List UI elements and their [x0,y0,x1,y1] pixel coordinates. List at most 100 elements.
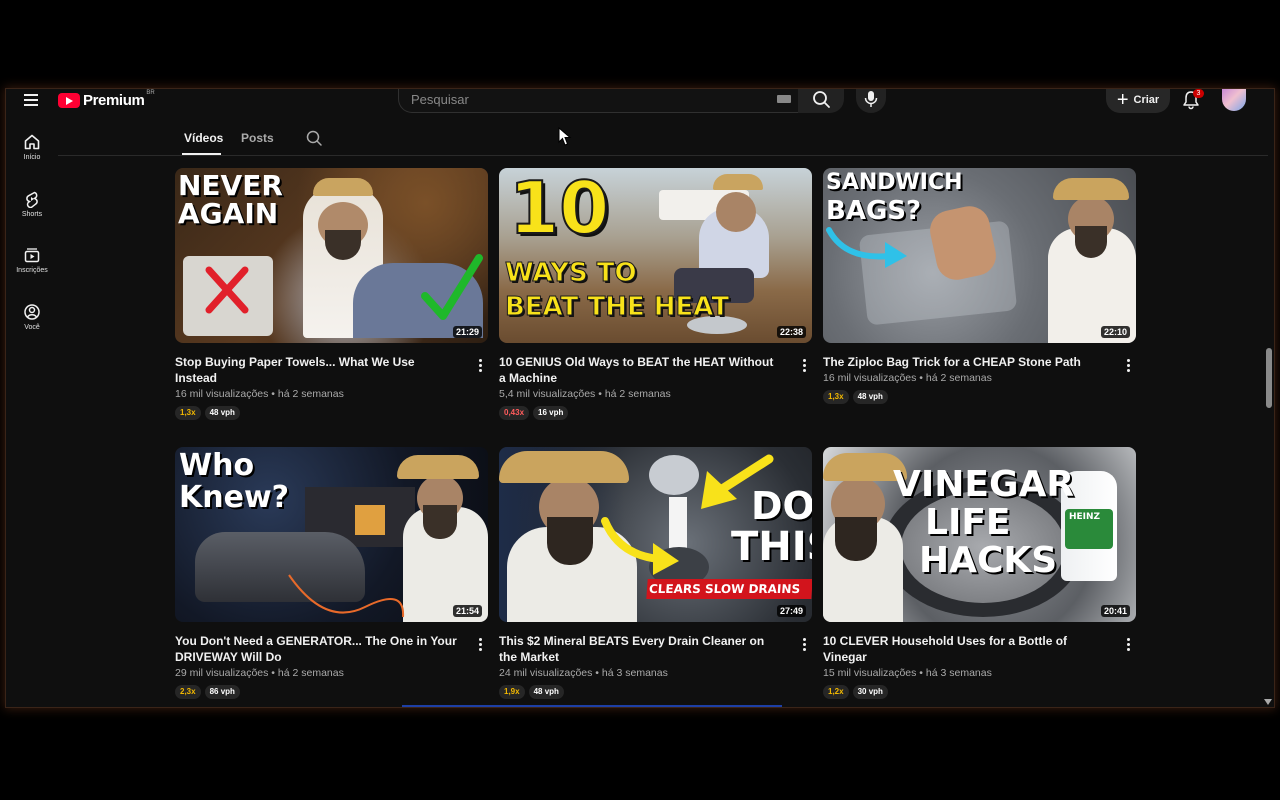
video-views: 24 mil visualizações [499,667,593,679]
video-duration: 27:49 [776,605,806,617]
channel-search-icon[interactable] [305,129,323,147]
video-duration: 21:29 [452,326,482,338]
outlier-multiplier-badge: 1,3x [175,406,201,420]
video-menu-icon[interactable] [798,358,810,372]
create-button[interactable]: + Criar [1106,89,1170,113]
video-menu-icon[interactable] [1122,358,1134,372]
guide-item-shorts[interactable]: Shorts [10,190,54,234]
thumb-text: Knew? [179,480,290,515]
video-duration: 22:10 [1100,326,1130,338]
video-card[interactable]: 10 WAYS TO BEAT THE HEAT 22:38 10 GENIUS… [499,168,812,420]
video-views: 5,4 mil visualizações [499,388,596,400]
video-menu-icon[interactable] [1122,637,1134,651]
logo-region: BR [146,90,155,96]
video-menu-icon[interactable] [798,637,810,651]
outlier-multiplier-badge: 1,9x [499,685,525,699]
thumb-text: BEAT THE HEAT [504,292,730,322]
voice-search-button[interactable] [856,89,886,113]
video-meta: Stop Buying Paper Towels... What We Use … [175,354,488,420]
arrow-icon [826,227,907,268]
notification-count-badge: 3 [1193,89,1204,98]
video-stats: 16 mil visualizações • há 2 semanas [823,372,992,384]
video-views: 16 mil visualizações [175,388,269,400]
video-stats: 15 mil visualizações • há 3 semanas [823,667,992,679]
video-age: há 2 semanas [277,388,344,400]
video-age: há 3 semanas [925,667,992,679]
video-card[interactable]: SANDWICH BAGS? 22:10 The Ziploc Bag Tric… [823,168,1136,404]
guide-item-home[interactable]: Início [10,133,54,177]
video-views: 16 mil visualizações [823,372,917,384]
youtube-premium-logo[interactable]: Premium BR [58,90,155,110]
video-thumbnail[interactable]: NEVER AGAIN 21:29 [175,168,488,343]
guide-item-you[interactable]: Você [10,303,54,347]
video-title[interactable]: You Don't Need a GENERATOR... The One in… [175,633,458,665]
guide-label-subscriptions: Inscrições [16,267,48,274]
video-badges: 2,3x 86 vph [175,685,458,699]
video-title[interactable]: This $2 Mineral BEATS Every Drain Cleane… [499,633,782,665]
video-card[interactable]: Who Knew? 21:54 You Don't Need a GENERAT… [175,447,488,699]
video-card[interactable]: HEINZ VINEGAR LIFE HACKS 20:41 10 CLEVER… [823,447,1136,699]
vph-badge: 48 vph [204,406,240,420]
search-icon [813,91,830,108]
mic-icon [864,91,878,107]
outlier-multiplier-badge: 1,3x [823,390,849,404]
plus-icon: + [1116,89,1129,111]
tab-videos[interactable]: Vídeos [184,131,223,145]
video-views: 29 mil visualizações [175,667,269,679]
logo-text: Premium [83,91,145,109]
vph-badge: 86 vph [204,685,240,699]
thumb-text: VINEGAR [893,464,1075,505]
thumb-text: DO [751,484,812,528]
video-badges: 0,43x 16 vph [499,406,782,420]
vph-badge: 30 vph [852,685,888,699]
search-button[interactable] [798,89,844,113]
video-card[interactable]: DO THIS CLEARS SLOW DRAINS 27:49 This $2… [499,447,812,699]
vph-badge: 16 vph [533,406,569,420]
outlier-multiplier-badge: 0,43x [499,406,530,420]
video-title[interactable]: 10 CLEVER Household Uses for a Bottle of… [823,633,1106,665]
loading-bar [402,705,782,707]
avatar[interactable] [1222,89,1246,111]
video-thumbnail[interactable]: HEINZ VINEGAR LIFE HACKS 20:41 [823,447,1136,622]
search-input[interactable] [411,90,761,108]
video-title[interactable]: Stop Buying Paper Towels... What We Use … [175,354,458,386]
tab-posts[interactable]: Posts [241,131,274,145]
video-thumbnail[interactable]: DO THIS CLEARS SLOW DRAINS 27:49 [499,447,812,622]
video-card[interactable]: NEVER AGAIN 21:29 Stop Buying Paper Towe… [175,168,488,420]
video-duration: 21:54 [452,605,482,617]
page-scrollbar[interactable] [1262,156,1274,707]
video-menu-icon[interactable] [474,637,486,651]
thumb-text: AGAIN [178,197,279,230]
guide-item-subscriptions[interactable]: Inscrições [10,246,54,290]
scroll-down-arrow-icon[interactable] [1264,699,1272,705]
thumb-text: CLEARS SLOW DRAINS [646,579,812,599]
red-x-icon [205,266,249,314]
video-title[interactable]: 10 GENIUS Old Ways to BEAT the HEAT With… [499,354,782,386]
menu-icon[interactable] [24,92,40,106]
thumb-text: Who [179,448,255,483]
guide-label-home: Início [23,154,41,161]
video-duration: 20:41 [1100,605,1130,617]
video-meta: 10 CLEVER Household Uses for a Bottle of… [823,633,1136,699]
thumb-text: WAYS TO [505,258,638,288]
subscriptions-icon [24,248,40,263]
video-title[interactable]: The Ziploc Bag Trick for a CHEAP Stone P… [823,354,1106,370]
keyboard-icon[interactable] [777,95,791,103]
video-thumbnail[interactable]: Who Knew? 21:54 [175,447,488,622]
thumb-text: LIFE [925,502,1011,543]
thumb-text: SANDWICH [826,170,963,195]
cable-icon [288,574,405,618]
video-thumbnail[interactable]: 10 WAYS TO BEAT THE HEAT 22:38 [499,168,812,343]
video-menu-icon[interactable] [474,358,486,372]
video-stats: 24 mil visualizações • há 3 semanas [499,667,668,679]
scrollbar-thumb[interactable] [1266,348,1272,408]
video-thumbnail[interactable]: SANDWICH BAGS? 22:10 [823,168,1136,343]
video-badges: 1,3x 48 vph [175,406,458,420]
guide-label-shorts: Shorts [21,211,43,218]
video-age: há 2 semanas [277,667,344,679]
tabs-divider [58,155,1268,156]
video-age: há 3 semanas [601,667,668,679]
thumb-text: 10 [508,168,610,250]
you-icon [24,304,40,320]
thumb-text: NEVER [178,169,283,202]
